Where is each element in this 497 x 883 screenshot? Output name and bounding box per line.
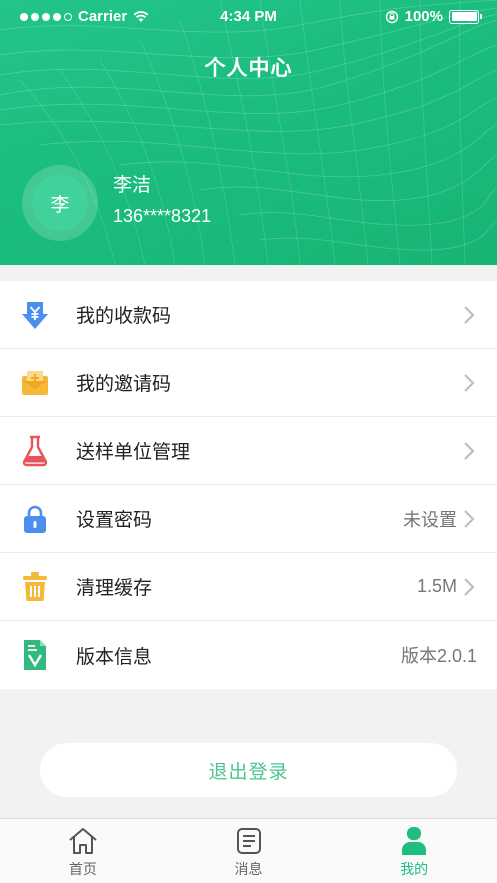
tab-label: 我的	[400, 862, 429, 878]
avatar[interactable]: 李	[32, 175, 88, 231]
tab-label: 消息	[234, 862, 263, 878]
orientation-lock-icon	[385, 10, 398, 23]
tab-label: 首页	[68, 862, 97, 878]
menu-value: 版本2.0.1	[400, 646, 477, 666]
lock-icon	[20, 504, 50, 534]
version-doc-icon	[20, 640, 50, 670]
profile-icon	[398, 826, 430, 856]
menu-item-version-info[interactable]: 版本信息 版本2.0.1	[0, 621, 497, 689]
user-name: 李洁	[113, 174, 152, 196]
menu-item-payment-code[interactable]: 我的收款码	[0, 281, 497, 349]
payment-qr-icon	[20, 300, 50, 330]
invite-icon	[20, 368, 50, 398]
chevron-right-icon	[464, 509, 475, 528]
home-icon	[67, 826, 99, 856]
tab-messages[interactable]: 消息	[166, 819, 332, 883]
battery-percent: 100%	[404, 8, 443, 25]
logout-button[interactable]: 退出登录	[40, 743, 457, 797]
menu-label: 我的收款码	[76, 305, 172, 327]
battery-icon	[449, 9, 482, 24]
tab-home[interactable]: 首页	[0, 819, 166, 883]
menu-label: 版本信息	[76, 645, 153, 668]
user-phone: 136****8321	[113, 206, 212, 226]
flask-icon	[20, 435, 50, 466]
message-icon	[233, 826, 265, 856]
tab-profile[interactable]: 我的	[331, 819, 497, 883]
settings-menu: 我的收款码 我的邀请码 送样单位管理 设置密码 未设置 清理缓存 1.5M 版本…	[0, 281, 497, 689]
menu-item-set-password[interactable]: 设置密码 未设置	[0, 485, 497, 553]
status-bar: Carrier 4:34 PM 100%	[0, 0, 497, 34]
menu-item-clear-cache[interactable]: 清理缓存 1.5M	[0, 553, 497, 621]
chevron-right-icon	[464, 373, 475, 392]
menu-value: 1.5M	[416, 576, 457, 596]
tab-bar: 首页 消息 我的	[0, 818, 497, 883]
menu-value: 未设置	[403, 509, 457, 530]
chevron-right-icon	[464, 305, 475, 324]
chevron-right-icon	[464, 441, 475, 460]
menu-item-invite-code[interactable]: 我的邀请码	[0, 349, 497, 417]
chevron-right-icon	[464, 577, 475, 596]
menu-label: 设置密码	[76, 509, 153, 531]
page-title: 个人中心	[204, 56, 293, 80]
menu-label: 送样单位管理	[76, 441, 191, 463]
menu-item-sample-unit[interactable]: 送样单位管理	[0, 417, 497, 485]
menu-label: 我的邀请码	[76, 373, 172, 395]
trash-icon	[20, 571, 50, 602]
profile-header: Carrier 4:34 PM 100% 个人中心 李 李洁 136****83…	[0, 0, 497, 265]
menu-label: 清理缓存	[76, 577, 153, 599]
